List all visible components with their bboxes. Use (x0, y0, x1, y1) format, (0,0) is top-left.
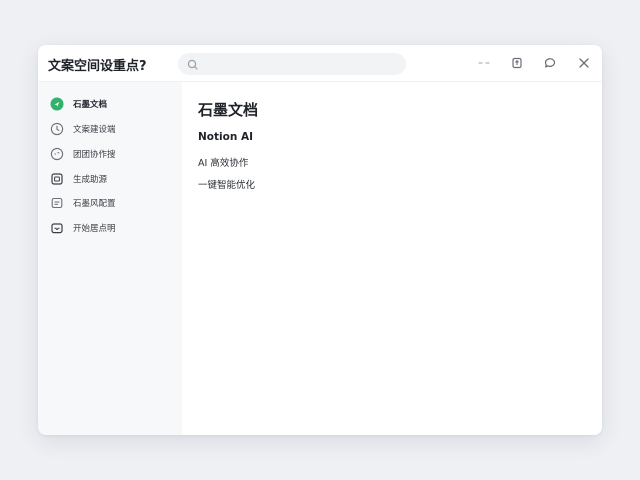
chat-bubble-icon (50, 147, 64, 161)
search-icon (186, 57, 200, 71)
sidebar-item-label: 文案建设端 (73, 125, 116, 135)
search-input[interactable] (178, 53, 406, 75)
comment-icon[interactable] (542, 55, 558, 71)
image-frame-icon (50, 172, 64, 186)
sidebar-item-config[interactable]: 石墨风配置 (50, 194, 176, 212)
window-title: 文案空间设重点? (48, 59, 147, 74)
sidebar-item-label: 石墨文档 (73, 100, 108, 110)
document-line: AI 高效协作 (198, 158, 249, 169)
sidebar-item-start[interactable]: 开始居点明 (50, 219, 176, 237)
title-bar: 文案空间设重点? (38, 45, 602, 82)
sidebar-item-shimo-docs[interactable]: 石墨文档 (50, 95, 176, 113)
sidebar-item-label: 团团协作搜 (73, 150, 116, 160)
sidebar-item-label: 生成助源 (73, 175, 108, 185)
sidebar-item-generate[interactable]: 生成助源 (50, 170, 176, 188)
card-icon (50, 196, 64, 210)
sidebar-item-label: 开始居点明 (73, 224, 116, 234)
check-circle-icon (50, 97, 64, 111)
sidebar-item-label: 石墨风配置 (73, 199, 116, 209)
clock-icon (50, 122, 64, 136)
close-icon[interactable] (576, 55, 592, 71)
page-title: 石墨文档 (198, 101, 259, 119)
document-line: 一键智能优化 (198, 180, 256, 191)
document-content: 石墨文档 Notion AI AI 高效协作 一键智能优化 (182, 82, 602, 435)
more-icon[interactable] (476, 55, 492, 71)
document-subtitle: Notion AI (198, 131, 253, 143)
sidebar-item-copy-builder[interactable]: 文案建设端 (50, 120, 176, 138)
share-icon[interactable] (509, 55, 525, 71)
inbox-icon (50, 221, 64, 235)
app-window: 文案空间设重点? 石墨文档 文案建设端 团团协作搜 生成助源 石墨风配置 开始居… (38, 45, 602, 435)
sidebar: 石墨文档 文案建设端 团团协作搜 生成助源 石墨风配置 开始居点明 (38, 82, 182, 435)
sidebar-item-team-collab[interactable]: 团团协作搜 (50, 145, 176, 163)
